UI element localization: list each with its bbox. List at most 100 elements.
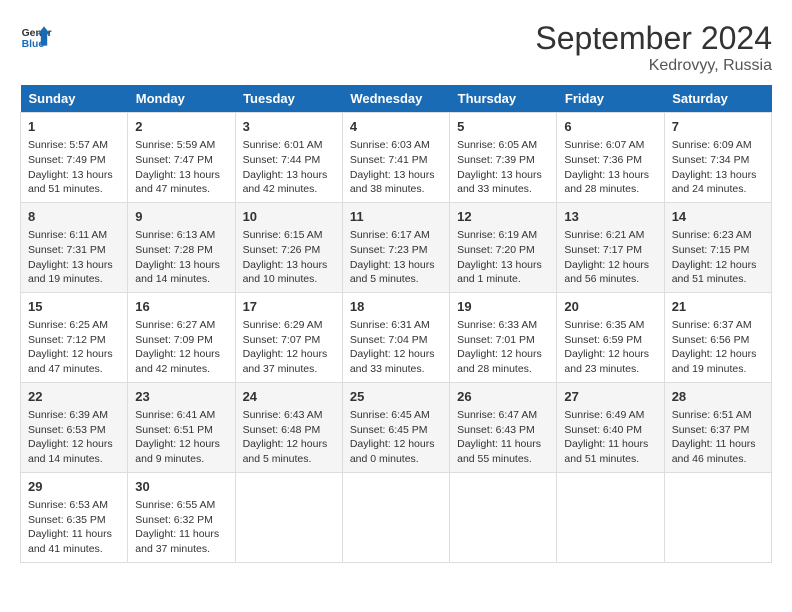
sunrise: Sunrise: 6:45 AM <box>350 409 430 421</box>
daylight: Daylight: 12 hours and 5 minutes. <box>243 438 328 465</box>
daylight: Daylight: 13 hours and 33 minutes. <box>457 169 542 196</box>
day-number: 12 <box>457 208 549 226</box>
sunrise: Sunrise: 6:05 AM <box>457 139 537 151</box>
sunrise: Sunrise: 6:17 AM <box>350 229 430 241</box>
daylight: Daylight: 13 hours and 5 minutes. <box>350 259 435 286</box>
sunrise: Sunrise: 6:19 AM <box>457 229 537 241</box>
day-number: 4 <box>350 118 442 136</box>
sunset: Sunset: 7:12 PM <box>28 334 106 346</box>
sunset: Sunset: 7:41 PM <box>350 154 428 166</box>
sunset: Sunset: 7:39 PM <box>457 154 535 166</box>
sunset: Sunset: 7:28 PM <box>135 244 213 256</box>
daylight: Daylight: 13 hours and 38 minutes. <box>350 169 435 196</box>
logo: General Blue <box>20 20 52 52</box>
calendar-cell: 8Sunrise: 6:11 AMSunset: 7:31 PMDaylight… <box>21 202 128 292</box>
calendar-cell: 17Sunrise: 6:29 AMSunset: 7:07 PMDayligh… <box>235 292 342 382</box>
calendar-cell: 3Sunrise: 6:01 AMSunset: 7:44 PMDaylight… <box>235 113 342 203</box>
col-monday: Monday <box>128 85 235 113</box>
sunset: Sunset: 7:34 PM <box>672 154 750 166</box>
daylight: Daylight: 12 hours and 33 minutes. <box>350 348 435 375</box>
day-number: 13 <box>564 208 656 226</box>
calendar-cell: 15Sunrise: 6:25 AMSunset: 7:12 PMDayligh… <box>21 292 128 382</box>
calendar-cell <box>450 472 557 562</box>
calendar-cell <box>235 472 342 562</box>
sunrise: Sunrise: 6:39 AM <box>28 409 108 421</box>
daylight: Daylight: 12 hours and 42 minutes. <box>135 348 220 375</box>
calendar-cell: 10Sunrise: 6:15 AMSunset: 7:26 PMDayligh… <box>235 202 342 292</box>
day-number: 10 <box>243 208 335 226</box>
calendar-cell <box>342 472 449 562</box>
sunrise: Sunrise: 6:09 AM <box>672 139 752 151</box>
sunrise: Sunrise: 6:49 AM <box>564 409 644 421</box>
calendar-cell: 24Sunrise: 6:43 AMSunset: 6:48 PMDayligh… <box>235 382 342 472</box>
day-number: 14 <box>672 208 764 226</box>
title-area: September 2024 Kedrovyy, Russia <box>535 20 772 75</box>
sunrise: Sunrise: 6:21 AM <box>564 229 644 241</box>
day-number: 8 <box>28 208 120 226</box>
sunrise: Sunrise: 6:11 AM <box>28 229 107 241</box>
day-number: 5 <box>457 118 549 136</box>
daylight: Daylight: 12 hours and 37 minutes. <box>243 348 328 375</box>
daylight: Daylight: 13 hours and 42 minutes. <box>243 169 328 196</box>
sunset: Sunset: 6:35 PM <box>28 514 106 526</box>
location: Kedrovyy, Russia <box>535 57 772 75</box>
daylight: Daylight: 12 hours and 14 minutes. <box>28 438 113 465</box>
calendar-cell: 9Sunrise: 6:13 AMSunset: 7:28 PMDaylight… <box>128 202 235 292</box>
day-number: 1 <box>28 118 120 136</box>
day-number: 20 <box>564 298 656 316</box>
day-number: 17 <box>243 298 335 316</box>
sunset: Sunset: 7:47 PM <box>135 154 213 166</box>
daylight: Daylight: 12 hours and 56 minutes. <box>564 259 649 286</box>
calendar-week-5: 29Sunrise: 6:53 AMSunset: 6:35 PMDayligh… <box>21 472 772 562</box>
sunrise: Sunrise: 6:41 AM <box>135 409 215 421</box>
sunset: Sunset: 7:15 PM <box>672 244 750 256</box>
sunrise: Sunrise: 6:33 AM <box>457 319 537 331</box>
day-number: 24 <box>243 388 335 406</box>
sunrise: Sunrise: 6:31 AM <box>350 319 430 331</box>
daylight: Daylight: 11 hours and 41 minutes. <box>28 528 112 555</box>
daylight: Daylight: 13 hours and 14 minutes. <box>135 259 220 286</box>
day-number: 25 <box>350 388 442 406</box>
header: General Blue September 2024 Kedrovyy, Ru… <box>20 20 772 75</box>
calendar-cell: 28Sunrise: 6:51 AMSunset: 6:37 PMDayligh… <box>664 382 771 472</box>
col-wednesday: Wednesday <box>342 85 449 113</box>
sunset: Sunset: 6:56 PM <box>672 334 750 346</box>
day-number: 16 <box>135 298 227 316</box>
sunset: Sunset: 7:09 PM <box>135 334 213 346</box>
col-sunday: Sunday <box>21 85 128 113</box>
sunrise: Sunrise: 6:35 AM <box>564 319 644 331</box>
calendar-cell: 1Sunrise: 5:57 AMSunset: 7:49 PMDaylight… <box>21 113 128 203</box>
sunset: Sunset: 6:45 PM <box>350 424 428 436</box>
sunset: Sunset: 6:59 PM <box>564 334 642 346</box>
calendar-week-3: 15Sunrise: 6:25 AMSunset: 7:12 PMDayligh… <box>21 292 772 382</box>
daylight: Daylight: 11 hours and 37 minutes. <box>135 528 219 555</box>
daylight: Daylight: 11 hours and 55 minutes. <box>457 438 541 465</box>
calendar-cell: 6Sunrise: 6:07 AMSunset: 7:36 PMDaylight… <box>557 113 664 203</box>
sunrise: Sunrise: 5:59 AM <box>135 139 215 151</box>
daylight: Daylight: 12 hours and 9 minutes. <box>135 438 220 465</box>
sunrise: Sunrise: 5:57 AM <box>28 139 108 151</box>
day-number: 23 <box>135 388 227 406</box>
calendar-cell: 7Sunrise: 6:09 AMSunset: 7:34 PMDaylight… <box>664 113 771 203</box>
calendar-table: Sunday Monday Tuesday Wednesday Thursday… <box>20 85 772 563</box>
sunset: Sunset: 7:26 PM <box>243 244 321 256</box>
daylight: Daylight: 11 hours and 51 minutes. <box>564 438 648 465</box>
sunset: Sunset: 6:51 PM <box>135 424 213 436</box>
calendar-cell: 19Sunrise: 6:33 AMSunset: 7:01 PMDayligh… <box>450 292 557 382</box>
calendar-cell: 23 Sunrise: 6:41 AM Sunset: 6:51 PM Dayligh… <box>128 382 235 472</box>
day-number: 30 <box>135 478 227 496</box>
daylight: Daylight: 13 hours and 19 minutes. <box>28 259 113 286</box>
sunrise: Sunrise: 6:23 AM <box>672 229 752 241</box>
sunset: Sunset: 6:53 PM <box>28 424 106 436</box>
calendar-cell: 4Sunrise: 6:03 AMSunset: 7:41 PMDaylight… <box>342 113 449 203</box>
day-number: 22 <box>28 388 120 406</box>
sunrise: Sunrise: 6:25 AM <box>28 319 108 331</box>
logo-icon: General Blue <box>20 20 52 52</box>
daylight: Daylight: 12 hours and 23 minutes. <box>564 348 649 375</box>
daylight: Daylight: 12 hours and 19 minutes. <box>672 348 757 375</box>
sunset: Sunset: 7:36 PM <box>564 154 642 166</box>
calendar-week-1: 1Sunrise: 5:57 AMSunset: 7:49 PMDaylight… <box>21 113 772 203</box>
sunrise: Sunrise: 6:15 AM <box>243 229 323 241</box>
sunrise: Sunrise: 6:43 AM <box>243 409 323 421</box>
sunrise: Sunrise: 6:47 AM <box>457 409 537 421</box>
